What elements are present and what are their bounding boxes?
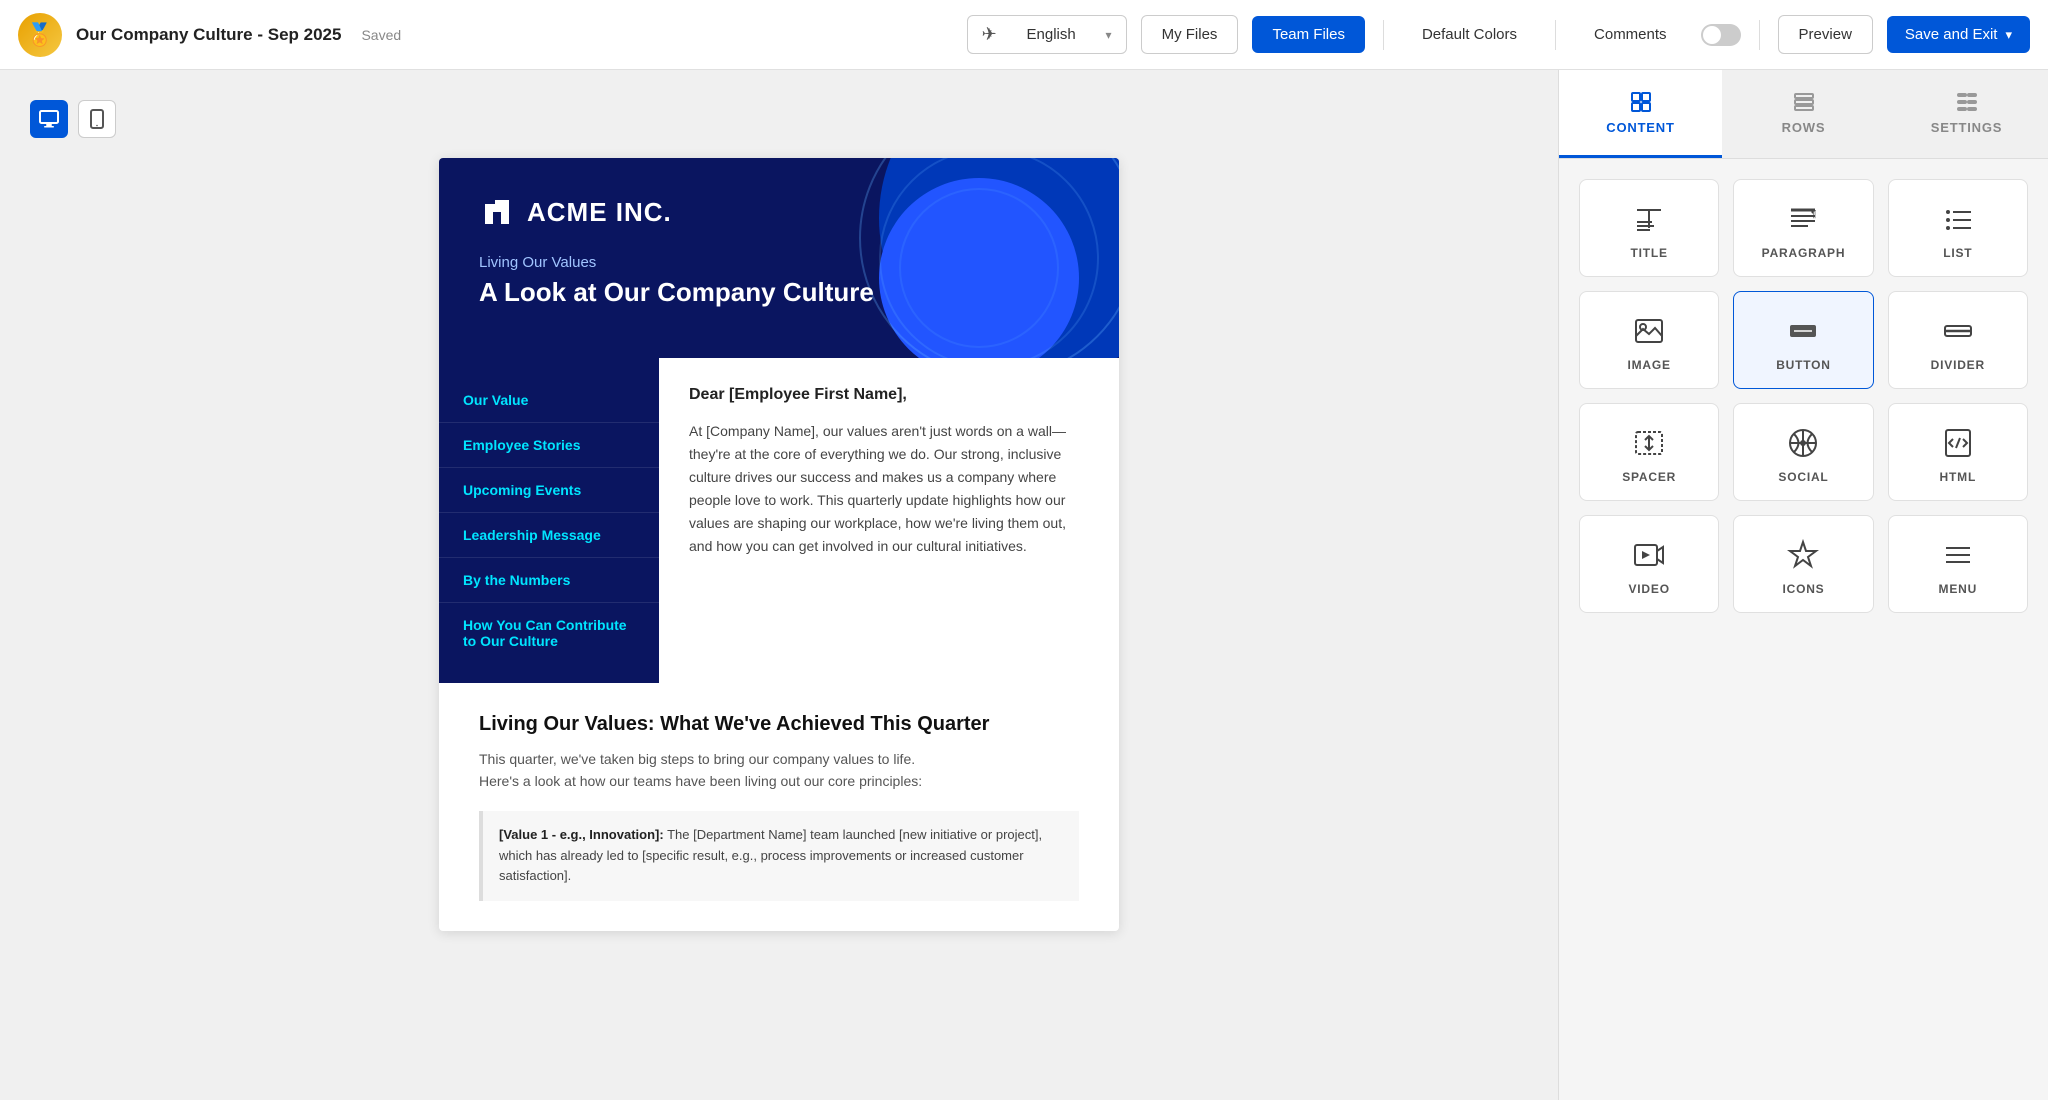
email-header: ACME INC. Living Our Values A Look at Ou… [439,158,1119,358]
saved-status: Saved [361,27,401,43]
rows-tab-label: ROWS [1782,120,1826,135]
menu-block-icon [1941,538,1975,572]
mobile-view-button[interactable] [78,100,116,138]
email-greeting: Dear [Employee First Name], [689,386,1089,404]
acme-logo-icon [479,194,515,230]
html-block-icon [1941,426,1975,460]
divider [1555,20,1556,50]
title-block-icon [1632,202,1666,236]
block-paragraph-label: PARAGRAPH [1762,246,1846,260]
desktop-view-button[interactable] [30,100,68,138]
divider-block-icon [1941,314,1975,348]
svg-text:¶: ¶ [1811,209,1816,220]
language-label: English [1027,26,1076,43]
email-paragraph: At [Company Name], our values aren't jus… [689,420,1089,559]
block-image-label: IMAGE [1627,358,1670,372]
block-social-label: SOCIAL [1778,470,1828,484]
block-spacer[interactable]: SPACER [1579,403,1719,501]
desktop-icon [39,109,59,129]
nav-item[interactable]: Upcoming Events [439,468,659,513]
block-video-label: VIDEO [1628,582,1669,596]
email-content-row: Our ValueEmployee StoriesUpcoming Events… [439,358,1119,683]
section-title: Living Our Values: What We've Achieved T… [479,713,1079,736]
block-icons-label: ICONS [1782,582,1824,596]
tab-rows[interactable]: ROWS [1722,70,1885,158]
divider [1383,20,1384,50]
rows-tab-icon [1792,90,1816,114]
value-box: [Value 1 - e.g., Innovation]: The [Depar… [479,811,1079,901]
tab-settings[interactable]: SETTINGS [1885,70,2048,158]
email-nav: Our ValueEmployee StoriesUpcoming Events… [439,358,659,683]
settings-tab-label: SETTINGS [1931,120,2002,135]
chevron-down-icon: ▾ [1106,28,1112,42]
block-list[interactable]: LIST [1888,179,2028,277]
myfiles-button[interactable]: My Files [1141,15,1239,54]
device-toggle [30,100,116,138]
block-menu[interactable]: MENU [1888,515,2028,613]
email-preview: ACME INC. Living Our Values A Look at Ou… [439,158,1119,931]
video-block-icon [1632,538,1666,572]
block-icons[interactable]: ICONS [1733,515,1873,613]
icons-block-icon [1786,538,1820,572]
social-block-icon [1786,426,1820,460]
app-logo: 🏅 [18,13,62,57]
nav-item[interactable]: How You Can Contribute to Our Culture [439,603,659,663]
logo-text: ACME INC. [527,197,672,228]
block-paragraph[interactable]: ¶ PARAGRAPH [1733,179,1873,277]
block-button-label: BUTTON [1776,358,1831,372]
block-html[interactable]: HTML [1888,403,2028,501]
mobile-icon [90,109,104,129]
block-social[interactable]: SOCIAL [1733,403,1873,501]
section-intro: This quarter, we've taken big steps to b… [479,748,1079,793]
email-section: Living Our Values: What We've Achieved T… [439,683,1119,931]
defaultcolors-button[interactable]: Default Colors [1402,16,1537,53]
spacer-block-icon [1632,426,1666,460]
block-list-label: LIST [1943,246,1972,260]
content-tab-icon [1629,90,1653,114]
panel-tabs: CONTENT ROWS SETTINGS [1559,70,2048,159]
email-headline: A Look at Our Company Culture [479,277,1079,308]
email-body: Dear [Employee First Name], At [Company … [659,358,1119,683]
divider [1759,20,1760,50]
list-block-icon [1941,202,1975,236]
block-spacer-label: SPACER [1622,470,1676,484]
block-divider-label: DIVIDER [1931,358,1985,372]
document-title: Our Company Culture - Sep 2025 [76,25,341,45]
settings-tab-icon [1955,90,1979,114]
block-divider[interactable]: DIVIDER [1888,291,2028,389]
block-menu-label: MENU [1939,582,1978,596]
nav-item[interactable]: By the Numbers [439,558,659,603]
content-tab-label: CONTENT [1606,120,1674,135]
canvas-panel: ACME INC. Living Our Values A Look at Ou… [0,70,1558,1100]
right-panel: CONTENT ROWS SETTINGS [1558,70,2048,1100]
main-layout: ACME INC. Living Our Values A Look at Ou… [0,70,2048,1100]
chevron-down-icon: ▾ [2005,27,2012,43]
topbar: 🏅 Our Company Culture - Sep 2025 Saved ✈… [0,0,2048,70]
nav-item[interactable]: Our Value [439,378,659,423]
globe-icon: ✈ [982,24,997,45]
tab-content[interactable]: CONTENT [1559,70,1722,158]
block-button[interactable]: BUTTON [1733,291,1873,389]
nav-item[interactable]: Employee Stories [439,423,659,468]
block-title-label: TITLE [1631,246,1668,260]
comments-toggle[interactable] [1701,24,1741,46]
email-tagline: Living Our Values [479,254,1079,271]
content-blocks-grid: TITLE ¶ PARAGRAPH [1559,159,2048,633]
language-selector[interactable]: ✈ English ▾ [967,15,1127,54]
button-block-icon [1786,314,1820,348]
saveexit-button[interactable]: Save and Exit ▾ [1887,16,2030,53]
preview-button[interactable]: Preview [1778,15,1873,54]
image-block-icon [1632,314,1666,348]
block-title[interactable]: TITLE [1579,179,1719,277]
block-video[interactable]: VIDEO [1579,515,1719,613]
logo-area: ACME INC. [479,194,1079,230]
block-html-label: HTML [1940,470,1977,484]
teamfiles-button[interactable]: Team Files [1252,16,1365,53]
nav-item[interactable]: Leadership Message [439,513,659,558]
block-image[interactable]: IMAGE [1579,291,1719,389]
comments-toggle-wrap [1701,24,1741,46]
comments-button[interactable]: Comments [1574,16,1687,53]
paragraph-block-icon: ¶ [1786,202,1820,236]
